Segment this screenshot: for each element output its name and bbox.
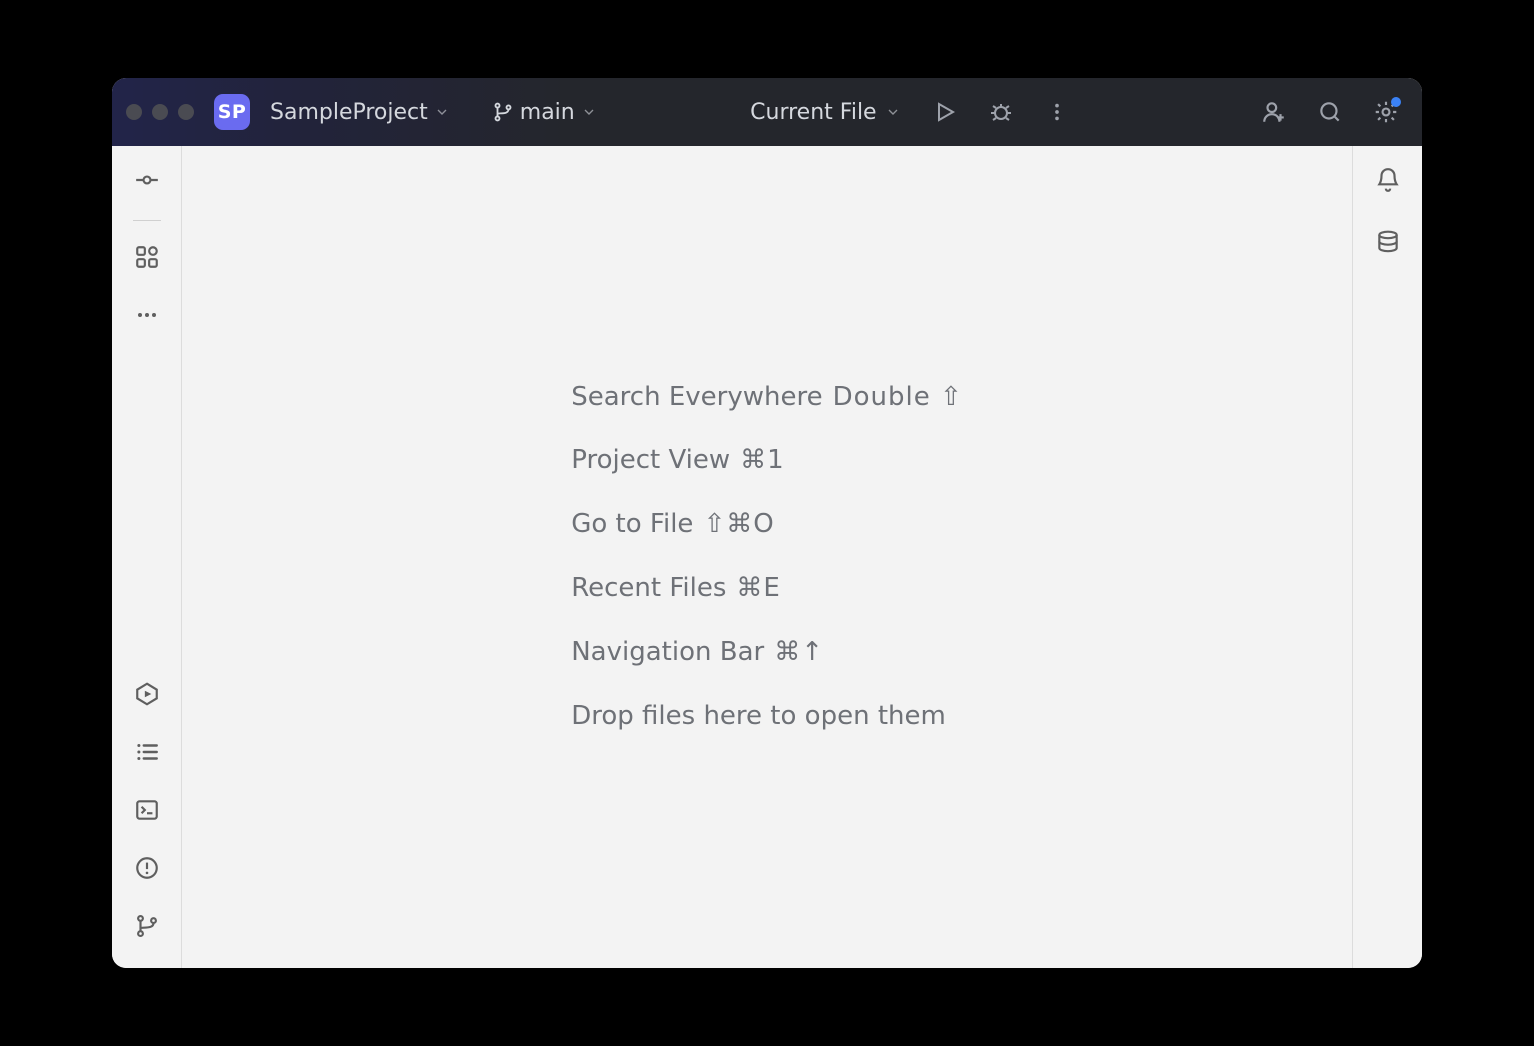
- hint-go-to-file: Go to File ⇧⌘O: [571, 508, 963, 542]
- branch-name: main: [520, 100, 575, 125]
- run-configuration-label: Current File: [750, 100, 876, 125]
- editor-empty-state[interactable]: Search Everywhere Double ⇧ Project View …: [182, 146, 1352, 968]
- code-with-me-button[interactable]: [1252, 90, 1296, 134]
- titlebar: SP SampleProject main Current File: [112, 78, 1422, 146]
- left-tool-strip: [112, 146, 182, 968]
- ide-window: SP SampleProject main Current File: [112, 78, 1422, 968]
- search-everywhere-button[interactable]: [1308, 90, 1352, 134]
- hint-shortcut: ⌘1: [740, 444, 785, 478]
- search-icon: [1317, 99, 1343, 125]
- project-name: SampleProject: [270, 100, 428, 125]
- services-icon: [134, 681, 160, 711]
- vcs-branch-icon: [134, 913, 160, 943]
- close-window-button[interactable]: [126, 104, 142, 120]
- terminal-icon: [134, 797, 160, 827]
- hint-label: Search Everywhere: [571, 381, 822, 415]
- project-badge: SP: [214, 94, 250, 130]
- problems-icon: [134, 855, 160, 885]
- hint-search-everywhere: Search Everywhere Double ⇧: [571, 381, 963, 415]
- play-icon: [933, 100, 957, 124]
- todo-tool-window-button[interactable]: [125, 732, 169, 776]
- chevron-down-icon: [885, 104, 901, 120]
- branch-icon: [492, 101, 514, 123]
- problems-tool-window-button[interactable]: [125, 848, 169, 892]
- hint-label: Navigation Bar: [571, 636, 764, 670]
- hint-navigation-bar: Navigation Bar ⌘↑: [571, 636, 963, 670]
- debug-button[interactable]: [979, 90, 1023, 134]
- more-tool-windows-button[interactable]: [125, 295, 169, 339]
- hint-recent-files: Recent Files ⌘E: [571, 572, 963, 606]
- window-controls: [126, 104, 194, 120]
- hint-label: Project View: [571, 444, 730, 478]
- more-horizontal-icon: [135, 303, 159, 331]
- version-control-tool-window-button[interactable]: [125, 906, 169, 950]
- structure-icon: [134, 244, 160, 274]
- project-selector[interactable]: SampleProject: [262, 96, 458, 129]
- chevron-down-icon: [581, 104, 597, 120]
- bell-icon: [1375, 167, 1401, 197]
- hint-shortcut: ⌘↑: [774, 636, 824, 670]
- hint-drop-files: Drop files here to open them: [571, 700, 963, 734]
- hint-label: Drop files here to open them: [571, 700, 946, 734]
- add-user-icon: [1261, 99, 1287, 125]
- hint-shortcut: Double ⇧: [833, 381, 963, 415]
- commit-node-icon: [134, 167, 160, 197]
- notifications-tool-window-button[interactable]: [1366, 160, 1410, 204]
- strip-separator: [133, 220, 161, 221]
- list-icon: [134, 739, 160, 769]
- settings-update-indicator: [1391, 97, 1401, 107]
- structure-tool-window-button[interactable]: [125, 237, 169, 281]
- more-actions-button[interactable]: [1035, 90, 1079, 134]
- hint-project-view: Project View ⌘1: [571, 444, 963, 478]
- zoom-window-button[interactable]: [178, 104, 194, 120]
- database-tool-window-button[interactable]: [1366, 222, 1410, 266]
- more-vertical-icon: [1046, 101, 1068, 123]
- hint-shortcut: ⇧⌘O: [703, 508, 774, 542]
- run-button[interactable]: [923, 90, 967, 134]
- hint-label: Go to File: [571, 508, 693, 542]
- settings-button[interactable]: [1364, 90, 1408, 134]
- chevron-down-icon: [434, 104, 450, 120]
- minimize-window-button[interactable]: [152, 104, 168, 120]
- bug-icon: [989, 100, 1013, 124]
- terminal-tool-window-button[interactable]: [125, 790, 169, 834]
- run-configuration-selector[interactable]: Current File: [740, 96, 910, 129]
- hint-shortcut: ⌘E: [736, 572, 780, 606]
- right-tool-strip: [1352, 146, 1422, 968]
- ide-body: Search Everywhere Double ⇧ Project View …: [112, 146, 1422, 968]
- database-icon: [1375, 229, 1401, 259]
- commit-tool-window-button[interactable]: [125, 160, 169, 204]
- services-tool-window-button[interactable]: [125, 674, 169, 718]
- hint-label: Recent Files: [571, 572, 726, 606]
- editor-hints: Search Everywhere Double ⇧ Project View …: [571, 381, 963, 734]
- branch-selector[interactable]: main: [484, 96, 605, 129]
